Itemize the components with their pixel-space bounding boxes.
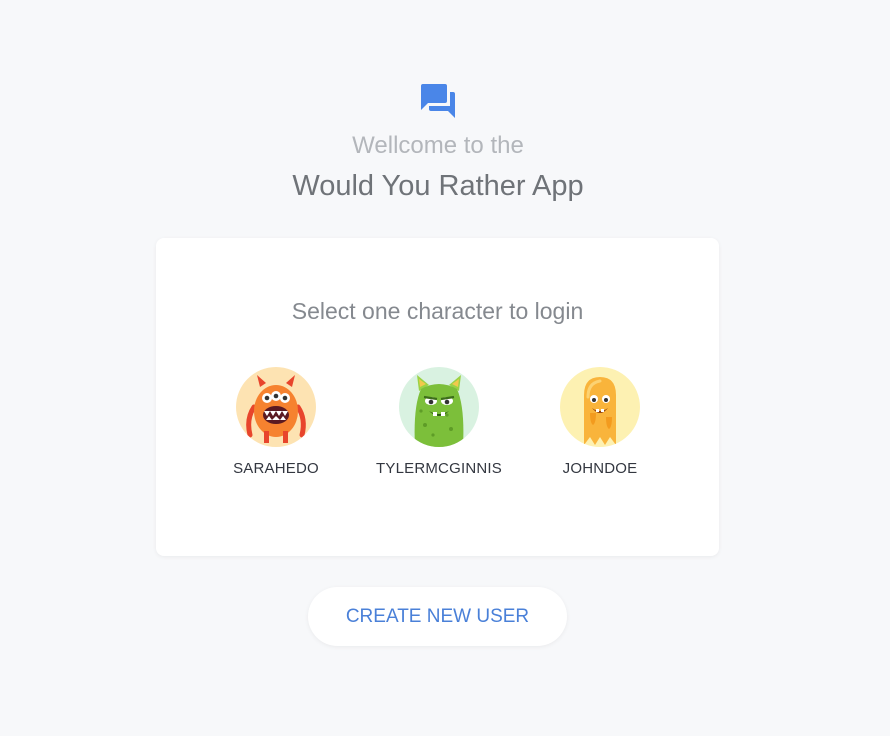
character-name: JOHNDOE [562,460,638,477]
app-title: Would You Rather App [292,170,584,202]
create-new-user-button[interactable]: CREATE NEW USER [308,587,567,646]
character-johndoe[interactable]: JOHNDOE [520,367,680,477]
login-card: Select one character to login SARAHEDO T… [156,238,719,556]
avatar[interactable] [399,367,479,447]
orange-monster-icon [246,375,306,443]
avatar[interactable] [560,367,640,447]
green-monster-icon [414,375,464,447]
character-sarahedo[interactable]: SARAHEDO [196,367,356,477]
login-card-title: Select one character to login [291,298,584,324]
character-name: SARAHEDO [233,460,319,477]
character-tylermcginnis[interactable]: TYLERMCGINNIS [359,367,519,477]
chat-bubbles-icon [421,84,455,118]
yellow-monster-icon [584,377,616,445]
character-name: TYLERMCGINNIS [376,460,502,477]
avatar[interactable] [236,367,316,447]
welcome-text: Wellcome to the [352,132,524,159]
